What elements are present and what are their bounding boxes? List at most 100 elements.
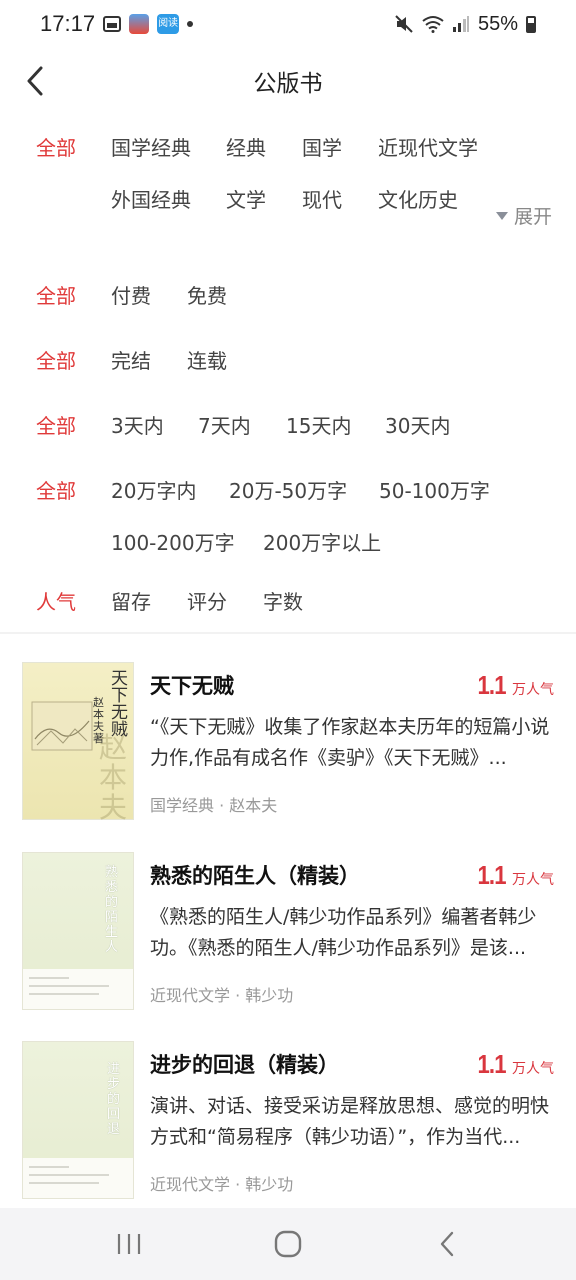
sort-options: 留存 评分 字数: [111, 586, 531, 616]
cover-title: 进步的回退: [107, 1062, 121, 1137]
book-item[interactable]: 天下无贼 赵本夫著 赵本夫 天下无贼 1.1 万人气 “《天下无贼》收集了作家赵…: [22, 662, 556, 827]
filter-row-payment: 全部 付费 免费: [0, 280, 576, 310]
filter-option[interactable]: 20万字内: [111, 475, 196, 504]
sort-option[interactable]: 字数: [263, 586, 303, 615]
home-icon: [274, 1230, 302, 1258]
book-cover[interactable]: 进步的回退: [22, 1041, 134, 1199]
filter-payment-all[interactable]: 全部: [36, 280, 111, 310]
filter-option[interactable]: 7天内: [198, 410, 251, 439]
filter-option[interactable]: 20万-50万字: [229, 475, 347, 504]
status-right: 55%: [394, 13, 536, 36]
book-title[interactable]: 进步的回退（精装）: [150, 1049, 339, 1079]
filter-status-options: 完结 连载: [111, 345, 531, 375]
back-arrow-icon: [27, 66, 43, 96]
status-time: 17:17: [40, 11, 96, 36]
cover-title: 熟悉的陌生人: [105, 865, 119, 955]
sort-option[interactable]: 评分: [187, 586, 227, 615]
book-item[interactable]: 熟悉的陌生人 熟悉的陌生人（精装） 1.1 万人气 《熟悉的陌生人/韩少功作品系…: [22, 852, 556, 1017]
app-notification-icon: [129, 14, 150, 34]
filter-option[interactable]: 文学: [226, 184, 266, 213]
book-cover[interactable]: 熟悉的陌生人: [22, 852, 134, 1010]
filter-option[interactable]: 付费: [111, 280, 151, 309]
signal-icon: [452, 16, 469, 32]
battery-icon: [526, 15, 536, 33]
page-title: 公版书: [253, 71, 323, 97]
book-title[interactable]: 熟悉的陌生人（精装）: [150, 860, 360, 890]
cover-watermark-text: 赵本夫: [99, 731, 128, 824]
book-description: 《熟悉的陌生人/韩少功作品系列》编著者韩少功。《熟悉的陌生人/韩少功作品系列》是…: [150, 906, 537, 959]
cover-band-line: [29, 993, 99, 995]
cover-band-line: [29, 1174, 109, 1176]
filter-option[interactable]: 近现代文学: [378, 132, 478, 161]
gallery-notification-icon: [103, 16, 122, 32]
filter-update-options: 3天内 7天内 15天内 30天内: [111, 410, 531, 440]
filter-wordcount-all[interactable]: 全部: [36, 475, 111, 559]
book-title[interactable]: 天下无贼: [150, 670, 234, 700]
popularity-badge: 1.1 万人气: [475, 860, 554, 891]
filter-update-all[interactable]: 全部: [36, 410, 111, 440]
wifi-icon: [422, 16, 444, 33]
system-nav-bar: [0, 1208, 576, 1280]
filter-option[interactable]: 3天内: [111, 410, 164, 439]
filter-option[interactable]: 国学经典: [111, 132, 191, 161]
status-left: 17:17 阅读: [40, 11, 194, 37]
popularity-badge: 1.1 万人气: [475, 670, 554, 701]
book-meta: 国学经典 · 赵本夫: [150, 796, 278, 815]
recent-apps-icon: [118, 1234, 141, 1254]
section-divider: [0, 632, 576, 634]
filter-row-update-time: 全部 3天内 7天内 15天内 30天内: [0, 410, 576, 440]
book-description: “《天下无贼》收集了作家赵本夫历年的短篇小说力作,作品有成名作《卖驴》《天下无贼…: [150, 716, 550, 769]
filter-payment-options: 付费 免费: [111, 280, 531, 310]
battery-percent: 55%: [477, 12, 518, 35]
cover-band: [23, 969, 133, 1009]
expand-button[interactable]: 展开: [495, 202, 552, 229]
filter-wordcount-options: 20万字内 20万-50万字 50-100万字 100-200万字 200万字以…: [111, 475, 551, 559]
mute-icon: [395, 15, 413, 33]
chevron-left-icon: [440, 1231, 453, 1257]
more-notifications-dot-icon: [187, 21, 194, 27]
sort-option[interactable]: 留存: [111, 586, 151, 615]
sort-popularity[interactable]: 人气: [36, 586, 111, 616]
popularity-number: 1.1: [477, 1049, 506, 1079]
popularity-number: 1.1: [477, 860, 506, 890]
filter-option[interactable]: 200万字以上: [263, 527, 381, 556]
header: 公版书: [0, 50, 576, 112]
cover-band: [23, 1158, 133, 1198]
filter-option[interactable]: 100-200万字: [111, 527, 235, 556]
filter-option[interactable]: 国学: [302, 132, 342, 161]
cover-band-line: [29, 977, 69, 979]
book-meta: 近现代文学 · 韩少功: [150, 1175, 294, 1194]
filter-option[interactable]: 15天内: [286, 410, 351, 439]
filter-category-all[interactable]: 全部: [36, 132, 111, 228]
filter-option[interactable]: 免费: [187, 280, 227, 309]
back-button[interactable]: [18, 64, 52, 98]
cover-band-line: [29, 1166, 69, 1168]
filter-option[interactable]: 外国经典: [111, 184, 191, 213]
popularity-badge: 1.1 万人气: [475, 1049, 554, 1080]
book-meta: 近现代文学 · 韩少功: [150, 986, 294, 1005]
system-back-button[interactable]: [417, 1214, 477, 1274]
popularity-unit: 万人气: [512, 682, 554, 698]
filter-option[interactable]: 完结: [111, 345, 151, 374]
filter-row-word-count: 全部 20万字内 20万-50万字 50-100万字 100-200万字 200…: [0, 475, 576, 559]
filter-option[interactable]: 文化历史: [378, 184, 458, 213]
filter-category-options: 国学经典 经典 国学 近现代文学 外国经典 文学 现代 文化历史: [111, 132, 531, 228]
cover-band-line: [29, 985, 109, 987]
filter-option[interactable]: 30天内: [385, 410, 450, 439]
book-cover[interactable]: 天下无贼 赵本夫著 赵本夫: [22, 662, 134, 824]
cover-band-line: [29, 1182, 99, 1184]
filter-option[interactable]: 连载: [187, 345, 227, 374]
book-item[interactable]: 进步的回退 进步的回退（精装） 1.1 万人气 演讲、对话、接受采访是释放思想、…: [22, 1041, 556, 1206]
popularity-unit: 万人气: [512, 872, 554, 888]
expand-label: 展开: [513, 206, 552, 228]
filter-status-all[interactable]: 全部: [36, 345, 111, 375]
filter-option[interactable]: 50-100万字: [379, 475, 490, 504]
status-bar: 17:17 阅读 55%: [0, 0, 576, 48]
popularity-number: 1.1: [477, 670, 506, 700]
filter-row-sort: 人气 留存 评分 字数: [0, 586, 576, 616]
filter-option[interactable]: 经典: [226, 132, 266, 161]
recent-apps-button[interactable]: [99, 1214, 159, 1274]
filter-option[interactable]: 现代: [302, 184, 342, 213]
home-button[interactable]: [258, 1214, 318, 1274]
filter-row-status: 全部 完结 连载: [0, 345, 576, 375]
